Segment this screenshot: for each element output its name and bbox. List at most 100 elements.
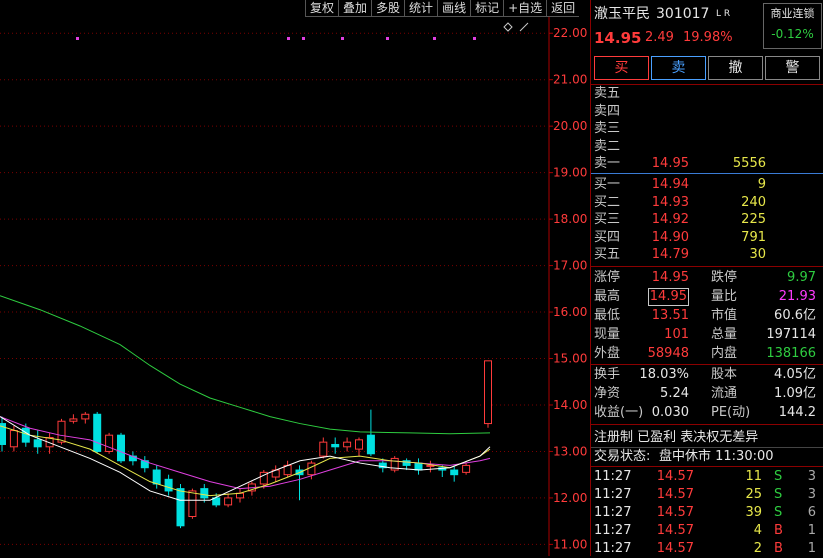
tick-row[interactable]: 11:27 14.57 39 S 6: [591, 503, 823, 522]
tick-price: 14.57: [656, 541, 694, 556]
kline-chart[interactable]: 22.00 21.00 20.00 19.00 18.00 17.00 16.00 15.00…: [0, 0, 590, 556]
y-tick-label: 19.00: [553, 166, 587, 180]
stat-value: 101: [664, 327, 689, 342]
toolbar-button[interactable]: 统计: [404, 0, 438, 17]
candle-body: [200, 488, 209, 499]
bid-level-price: 14.90: [651, 229, 689, 245]
bid-level-price: 14.93: [651, 194, 689, 210]
tick-row[interactable]: 11:27 14.57 4 B 1: [591, 521, 823, 540]
stock-name: 澈玉平民: [594, 6, 650, 22]
sell-button[interactable]: 卖: [651, 56, 706, 80]
ask-level-volume: 5556: [732, 156, 766, 171]
toolbar-button[interactable]: 画线: [437, 0, 471, 17]
chart-background: [0, 0, 590, 556]
tick-count: 1: [807, 541, 816, 556]
stat-label: 流通: [711, 386, 738, 401]
stat-label: 外盘: [594, 346, 621, 361]
ask-level-label: 卖二: [594, 138, 621, 154]
tick-volume: 39: [745, 505, 762, 520]
stat-value: 60.6亿: [774, 308, 816, 323]
bid-level-price: 14.94: [651, 177, 689, 192]
toolbar-button[interactable]: 标记: [470, 0, 504, 17]
ask-level-row[interactable]: 卖一 14.95 5556: [591, 154, 823, 173]
sector-name: 商业连锁: [770, 7, 815, 20]
stat-row: 外盘 58948 内盘 138166: [591, 344, 823, 363]
candle-body: [414, 462, 423, 471]
tick-row[interactable]: 11:27 14.57 2 B 1: [591, 539, 823, 558]
candle-body: [188, 490, 197, 518]
stat-value: 138166: [766, 346, 816, 361]
y-tick-label: 12.00: [553, 491, 587, 505]
ask-level-row[interactable]: 卖四: [591, 102, 823, 121]
y-tick-label: 13.00: [553, 444, 587, 458]
tick-price: 14.57: [656, 487, 694, 502]
toolbar-button[interactable]: 叠加: [338, 0, 372, 17]
toolbar-button[interactable]: 返回: [546, 0, 580, 17]
tick-time: 11:27: [594, 469, 632, 484]
tick-volume: 4: [753, 523, 762, 538]
tick-side: B: [774, 523, 783, 538]
stat-value: 18.03%: [639, 367, 689, 382]
candle-body: [105, 434, 114, 452]
stat-row: 最低 13.51 市值 60.6亿: [591, 306, 823, 325]
candle-body: [462, 464, 471, 473]
ask-level-row[interactable]: 卖二: [591, 137, 823, 156]
bid-level-label: 买四: [594, 229, 621, 245]
stat-label: 市值: [711, 308, 738, 323]
notice-text: 注册制 已盈利 表决权无差异: [594, 430, 759, 445]
tick-row[interactable]: 11:27 14.57 11 S 3: [591, 467, 823, 486]
stat-value: 58948: [647, 346, 689, 361]
y-tick-label: 15.00: [553, 352, 587, 366]
event-marker: [473, 37, 476, 40]
ask-level-row[interactable]: 卖三: [591, 119, 823, 138]
bid-level-row[interactable]: 买四 14.90 791: [591, 228, 823, 247]
last-price: 14.95: [594, 29, 642, 47]
tick-count: 3: [807, 487, 816, 502]
tick-row[interactable]: 11:27 14.57 25 S 3: [591, 485, 823, 504]
candle-body: [307, 462, 316, 476]
stat-label: 净资: [594, 386, 621, 401]
stat-value: 14.95: [651, 270, 689, 285]
bid-level-price: 14.79: [651, 247, 689, 262]
tick-price: 14.57: [656, 469, 694, 484]
bid-level-row[interactable]: 买三 14.92 225: [591, 210, 823, 229]
ask-level-row[interactable]: 卖五: [591, 84, 823, 103]
candle-body: [176, 488, 185, 527]
tick-volume: 25: [745, 487, 762, 502]
stat-row: 换手 18.03% 股本 4.05亿: [591, 365, 823, 384]
y-tick-label: 16.00: [553, 305, 587, 319]
ask-level-label: 卖一: [594, 156, 621, 171]
stat-value: 9.97: [787, 270, 816, 285]
bid-level-row[interactable]: 买五 14.79 30: [591, 245, 823, 264]
toolbar-button[interactable]: 复权: [305, 0, 339, 17]
ask-level-label: 卖五: [594, 86, 621, 101]
stock-flags: L R: [716, 9, 731, 19]
candle-body: [69, 418, 78, 422]
price-change-pct: 19.98%: [683, 30, 733, 45]
cancel-button[interactable]: 撤: [708, 56, 763, 80]
y-tick-label: 17.00: [553, 259, 587, 273]
buy-button[interactable]: 买: [594, 56, 649, 80]
tick-count: 6: [807, 505, 816, 520]
tick-time: 11:27: [594, 541, 632, 556]
y-tick-label: 20.00: [553, 119, 587, 133]
price-change: 2.49: [645, 30, 674, 45]
tick-time: 11:27: [594, 505, 632, 520]
bid-level-label: 买三: [594, 212, 621, 227]
stat-label: 股本: [711, 367, 738, 382]
tick-price: 14.57: [656, 505, 694, 520]
stat-label: 换手: [594, 367, 621, 382]
bid-level-row[interactable]: 买二 14.93 240: [591, 193, 823, 212]
event-marker: [287, 37, 290, 40]
toolbar-button[interactable]: +自选: [503, 0, 547, 17]
toolbar-button[interactable]: 多股: [371, 0, 405, 17]
event-marker: [433, 37, 436, 40]
alert-button[interactable]: 警: [765, 56, 820, 80]
stat-value: 1.09亿: [774, 386, 816, 401]
bid-level-row[interactable]: 买一 14.94 9: [591, 175, 823, 194]
stat-value: 14.95: [647, 288, 689, 306]
stat-row: 收益(一) 0.030 PE(动) 144.2: [591, 403, 823, 422]
candle-body: [319, 441, 328, 457]
stat-row: 现量 101 总量 197114: [591, 325, 823, 344]
stat-row: 净资 5.24 流通 1.09亿: [591, 384, 823, 403]
